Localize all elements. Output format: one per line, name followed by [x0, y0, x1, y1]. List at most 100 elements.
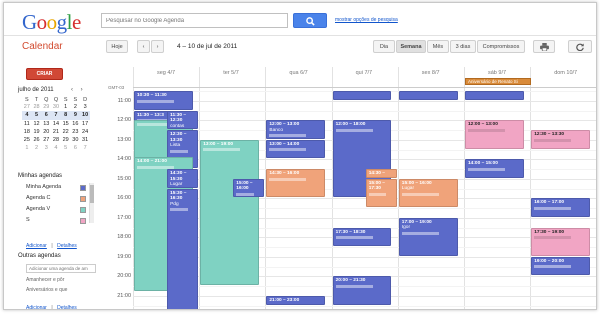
mini-day[interactable]: 1	[61, 103, 71, 111]
mini-day[interactable]: 5	[31, 111, 42, 120]
search-button[interactable]	[293, 13, 327, 28]
other-calendar-item[interactable]: Amanhecer e pôr	[26, 277, 64, 283]
mini-day[interactable]: 20	[41, 128, 51, 136]
mini-day[interactable]: 1	[22, 144, 32, 152]
calendar-event[interactable]: 14:30 – 15:30 Lugar	[167, 169, 199, 188]
day-header[interactable]: sáb 9/7	[488, 70, 506, 76]
calendar-event[interactable]: 17:30 – 19:00	[531, 227, 591, 256]
search-options-link[interactable]: mostrar opções de pesquisa	[335, 17, 398, 23]
mini-day[interactable]: 23	[71, 128, 81, 136]
mini-calendar-nav[interactable]: ‹ ›	[71, 87, 86, 93]
create-button[interactable]: CRIAR	[26, 68, 63, 80]
calendar-event[interactable]: 15:00 – 16:00	[233, 178, 265, 198]
day-header[interactable]: qua 6/7	[289, 70, 307, 76]
mini-day[interactable]: 11	[22, 120, 32, 128]
view-agenda-button[interactable]: Compromissos	[477, 40, 525, 53]
calendar-item[interactable]: Agenda C	[26, 195, 50, 201]
add-link[interactable]: Adicionar	[26, 243, 47, 249]
calendar-color-swatch[interactable]	[80, 196, 86, 202]
calendar-color-swatch[interactable]	[80, 207, 86, 213]
mini-day[interactable]: 27	[22, 103, 32, 111]
details-link[interactable]: Detalhes	[57, 243, 77, 249]
mini-day[interactable]: 15	[61, 120, 71, 128]
calendar-event[interactable]: 12:00 – 13:00 Banco	[266, 120, 326, 139]
mini-day[interactable]: 17	[80, 120, 90, 128]
allday-event[interactable]: Aniversário de Renato Si	[465, 78, 531, 85]
calendar-event[interactable]: 13:00 – 19:00	[200, 139, 260, 285]
mini-day[interactable]: 7	[80, 144, 90, 152]
other-calendars-title[interactable]: Outras agendas	[18, 253, 61, 259]
calendar-event[interactable]: 19:00 – 20:00	[531, 256, 591, 276]
mini-day[interactable]: 10	[80, 111, 90, 120]
calendar-item[interactable]: Agenda V	[26, 206, 50, 212]
search-input[interactable]	[101, 13, 288, 28]
day-header[interactable]: qui 7/7	[356, 70, 373, 76]
calendar-item[interactable]: Minha Agenda	[26, 184, 61, 190]
calendar-event[interactable]: 21:00 – 23:00	[266, 295, 326, 305]
calendar-event[interactable]: 12:30 – 13:30	[531, 130, 591, 149]
view-3days-button[interactable]: 3 dias	[450, 40, 476, 53]
mini-day[interactable]: 12	[32, 120, 42, 128]
mini-day[interactable]: 19	[32, 128, 42, 136]
calendar-event[interactable]: 14:30 – 15:30	[365, 169, 397, 178]
mini-day[interactable]: 5	[61, 144, 71, 152]
mini-day[interactable]: 3	[41, 144, 51, 152]
mini-day[interactable]: 26	[32, 136, 42, 144]
calendar-event[interactable]: 16:00 – 17:00	[531, 198, 591, 217]
refresh-button[interactable]	[568, 40, 592, 53]
calendar-event[interactable]: 12:00 – 13:00	[465, 120, 524, 149]
mini-day[interactable]: 31	[80, 136, 90, 144]
add-friend-calendar-input[interactable]	[26, 264, 96, 273]
calendar-color-swatch[interactable]	[80, 218, 86, 224]
calendar-event[interactable]: 14:00 – 15:00	[465, 159, 524, 178]
other-calendar-item[interactable]: Aniversários e que	[26, 287, 67, 293]
calendar-event[interactable]: 15:00 – 17:30	[365, 178, 397, 207]
calendar-event[interactable]: 10:30 – 11:30	[134, 91, 193, 110]
details-link[interactable]: Detalhes	[57, 305, 77, 309]
day-header[interactable]: seg 4/7	[157, 70, 175, 76]
mini-day[interactable]: 28	[51, 136, 61, 144]
mini-day[interactable]: 29	[41, 103, 51, 111]
view-day-button[interactable]: Dia	[373, 40, 395, 53]
view-month-button[interactable]: Mês	[427, 40, 449, 53]
mini-day[interactable]: 6	[71, 144, 81, 152]
calendar-event[interactable]	[332, 91, 392, 100]
prev-button[interactable]: ‹	[137, 40, 150, 53]
calendar-event[interactable]: 15:30 – 16:30 Pdg	[167, 188, 199, 309]
mini-day[interactable]: 4	[51, 144, 61, 152]
view-week-button[interactable]: Semana	[396, 40, 426, 53]
calendar-event[interactable]: 20:00 – 21:30	[332, 276, 392, 305]
calendar-event[interactable]: 13:00 – 14:00	[266, 139, 326, 159]
calendar-color-swatch[interactable]	[80, 185, 86, 191]
day-header[interactable]: ter 5/7	[223, 70, 239, 76]
calendar-event[interactable]: 14:30 – 16:00	[266, 169, 326, 198]
google-logo[interactable]: Google	[22, 11, 81, 33]
sidebar-scrollbar[interactable]	[89, 183, 94, 223]
print-button[interactable]	[533, 40, 555, 53]
scrollbar-thumb[interactable]	[90, 185, 94, 203]
next-button[interactable]: ›	[151, 40, 164, 53]
day-header[interactable]: dom 10/7	[554, 70, 577, 76]
mini-day[interactable]: 18	[22, 128, 32, 136]
calendar-item[interactable]: S	[26, 217, 30, 223]
mini-day[interactable]: 21	[51, 128, 61, 136]
mini-day[interactable]: 2	[71, 103, 81, 111]
mini-day[interactable]: 2	[32, 144, 42, 152]
mini-day[interactable]: 29	[61, 136, 71, 144]
calendar-event[interactable]	[465, 91, 524, 100]
mini-day[interactable]: 4	[22, 111, 32, 120]
my-calendars-title[interactable]: Minhas agendas	[18, 173, 62, 179]
mini-day[interactable]: 28	[32, 103, 42, 111]
mini-day[interactable]: 6	[41, 111, 52, 120]
mini-day[interactable]: 30	[71, 136, 81, 144]
add-link[interactable]: Adicionar	[26, 305, 47, 309]
mini-day[interactable]: 14	[51, 120, 61, 128]
calendar-event[interactable]: 17:00 – 19:00 Igor	[398, 217, 458, 256]
calendar-event[interactable]: 11:30 – 12:30 contas	[167, 110, 199, 129]
day-header[interactable]: sex 8/7	[422, 70, 440, 76]
mini-day[interactable]: 27	[41, 136, 51, 144]
today-button[interactable]: Hoje	[106, 40, 128, 53]
calendar-event[interactable]: 17:30 – 18:30	[332, 227, 392, 246]
mini-day[interactable]: 13	[41, 120, 51, 128]
week-grid[interactable]: GMT-03 seg 4/7 ter 5/7 qua 6/7 qui 7/7 sex 8…	[107, 67, 596, 309]
